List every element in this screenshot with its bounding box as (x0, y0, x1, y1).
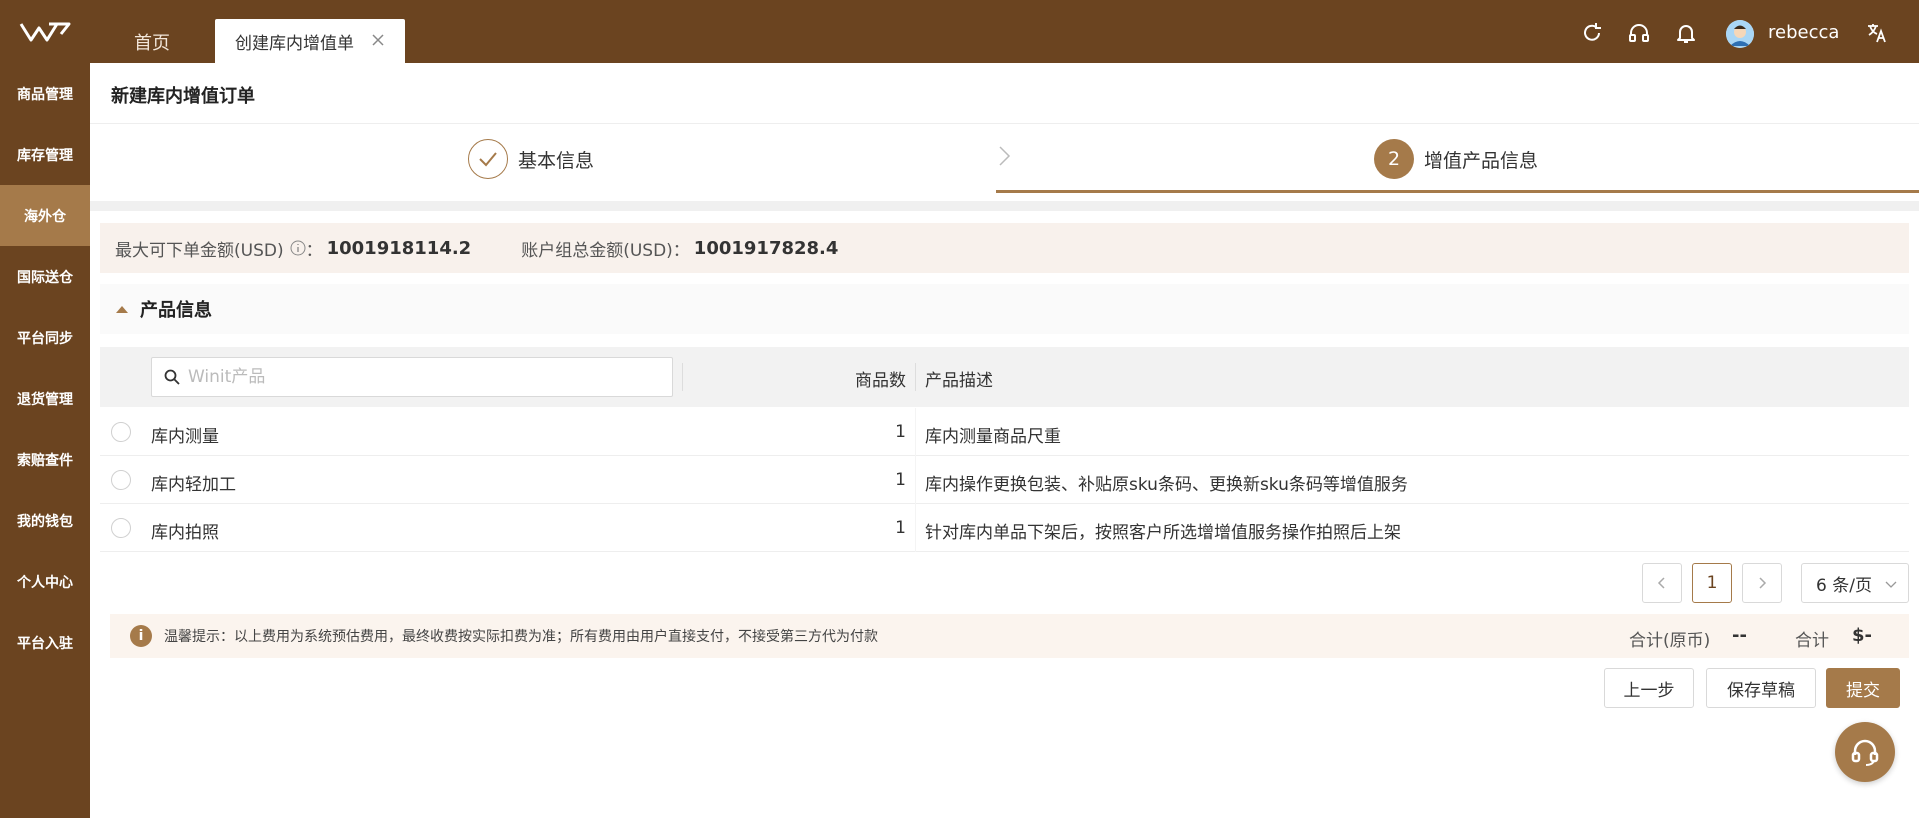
step-check-icon (468, 139, 508, 179)
product-count: 1 (895, 518, 906, 538)
step-product-info[interactable]: 2 增值产品信息 (1374, 139, 1538, 179)
translate-icon[interactable] (1866, 22, 1888, 44)
column-header-count: 商品数 (855, 371, 906, 391)
divider (90, 123, 1919, 124)
sidebar-item-overseas-warehouse[interactable]: 海外仓 (0, 185, 90, 246)
product-count: 1 (895, 422, 906, 442)
row-radio[interactable] (111, 518, 131, 538)
max-amount-label: 最大可下单金额(USD) (115, 240, 284, 261)
logo[interactable] (0, 0, 90, 63)
sidebar-item-profile[interactable]: 个人中心 (0, 551, 90, 612)
chevron-down-icon (1885, 581, 1897, 588)
product-section-toggle[interactable]: 产品信息 (100, 284, 1909, 334)
row-radio[interactable] (111, 470, 131, 490)
next-page-button[interactable] (1742, 563, 1782, 603)
step-label: 增值产品信息 (1424, 149, 1539, 172)
page-number-button[interactable]: 1 (1692, 563, 1732, 603)
step-label: 基本信息 (518, 149, 595, 172)
headset-icon (1851, 739, 1879, 766)
sidebar-item-platform-sync[interactable]: 平台同步 (0, 307, 90, 368)
info-icon: i (130, 625, 152, 647)
top-header: 首页 创建库内增值单 rebecca (0, 0, 1919, 63)
sidebar-item-platform-onboarding[interactable]: 平台入驻 (0, 612, 90, 673)
username[interactable]: rebecca (1768, 22, 1839, 43)
tab-home[interactable]: 首页 (112, 20, 192, 63)
table-row[interactable]: 库内拍照 1 针对库内单品下架后，按照客户所选增增值服务操作拍照后上架 (100, 504, 1909, 552)
product-count: 1 (895, 470, 906, 490)
step-basic-info[interactable]: 基本信息 (468, 139, 594, 179)
search-icon (164, 369, 180, 385)
step-active-indicator (996, 190, 1919, 193)
sidebar-item-products[interactable]: 商品管理 (0, 63, 90, 124)
refresh-icon[interactable] (1581, 22, 1603, 44)
step-number: 2 (1374, 139, 1414, 179)
product-name: 库内拍照 (151, 523, 219, 543)
divider (90, 201, 1919, 211)
page-size-select[interactable]: 6 条/页 (1801, 563, 1909, 603)
total-value: $- (1852, 625, 1872, 646)
fee-notice: i 温馨提示：以上费用为系统预估费用，最终收费按实际扣费为准；所有费用由用户直接… (110, 614, 1909, 658)
column-divider (915, 363, 916, 391)
group-amount-value: 1001917828.4 (693, 237, 839, 259)
save-draft-button[interactable]: 保存草稿 (1706, 668, 1816, 708)
sidebar-item-returns[interactable]: 退货管理 (0, 368, 90, 429)
tab-create-order[interactable]: 创建库内增值单 (215, 19, 405, 63)
chevron-left-icon (1657, 577, 1665, 589)
colon: ： (305, 240, 323, 261)
info-icon[interactable] (290, 240, 306, 256)
table-header: 商品数 产品描述 (100, 347, 1909, 407)
table-row[interactable]: 库内测量 1 库内测量商品尺重 (100, 408, 1909, 456)
close-icon[interactable] (369, 31, 387, 49)
product-description: 针对库内单品下架后，按照客户所选增增值服务操作拍照后上架 (925, 523, 1401, 543)
colon: ： (672, 240, 690, 261)
row-radio[interactable] (111, 422, 131, 442)
prev-step-button[interactable]: 上一步 (1604, 668, 1694, 708)
customer-service-button[interactable] (1835, 722, 1895, 782)
section-title: 产品信息 (140, 300, 212, 321)
sidebar-item-claims[interactable]: 索赔查件 (0, 429, 90, 490)
sidebar-item-inventory[interactable]: 库存管理 (0, 124, 90, 185)
user-avatar-icon (1726, 20, 1754, 48)
notice-text: 温馨提示：以上费用为系统预估费用，最终收费按实际扣费为准；所有费用由用户直接支付… (164, 629, 878, 645)
cell-divider (915, 456, 916, 504)
product-name: 库内轻加工 (151, 475, 236, 495)
sidebar-item-international-delivery[interactable]: 国际送仓 (0, 246, 90, 307)
total-original-value: -- (1732, 625, 1747, 646)
total-label: 合计 (1795, 631, 1829, 651)
total-original-label: 合计(原币) (1629, 631, 1711, 651)
cell-divider (915, 408, 916, 456)
caret-up-icon (116, 305, 128, 313)
max-amount-value: 1001918114.2 (326, 237, 472, 259)
chevron-right-icon (1759, 577, 1767, 589)
product-description: 库内操作更换包装、补贴原sku条码、更换新sku条码等增值服务 (925, 475, 1408, 495)
bell-icon[interactable] (1675, 22, 1697, 44)
table-row[interactable]: 库内轻加工 1 库内操作更换包装、补贴原sku条码、更换新sku条码等增值服务 (100, 456, 1909, 504)
avatar[interactable] (1726, 20, 1754, 48)
product-description: 库内测量商品尺重 (925, 427, 1061, 447)
cell-divider (915, 504, 916, 552)
column-header-description: 产品描述 (925, 371, 993, 391)
product-search[interactable] (151, 357, 673, 397)
logo-icon (19, 22, 71, 41)
page-size-value: 6 条/页 (1816, 575, 1872, 596)
tab-label: 创建库内增值单 (235, 33, 354, 54)
submit-button[interactable]: 提交 (1826, 668, 1900, 708)
headset-icon[interactable] (1628, 22, 1650, 44)
page-title: 新建库内增值订单 (111, 86, 255, 107)
amount-summary: 最大可下单金额(USD) ： 1001918114.2 账户组总金额(USD) … (100, 223, 1909, 273)
prev-page-button[interactable] (1642, 563, 1682, 603)
product-name: 库内测量 (151, 427, 219, 447)
group-amount-label: 账户组总金额(USD) (521, 240, 673, 261)
search-input[interactable] (188, 367, 668, 387)
sidebar: 商品管理 库存管理 海外仓 国际送仓 平台同步 退货管理 索赔查件 我的钱包 个… (0, 63, 90, 818)
chevron-right-icon (999, 146, 1011, 166)
column-divider (682, 363, 683, 391)
sidebar-item-wallet[interactable]: 我的钱包 (0, 490, 90, 551)
